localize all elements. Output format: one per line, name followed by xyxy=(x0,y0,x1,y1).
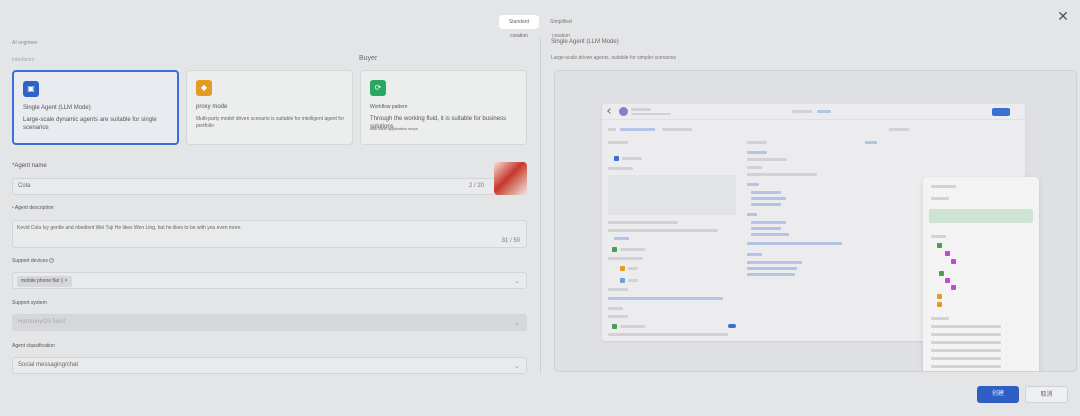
card-proxy-mode[interactable]: ◆ proxy mode Multi-party model driven sc… xyxy=(186,70,353,145)
buyer-label: Buyer xyxy=(359,55,378,62)
support-system-label: Support system xyxy=(12,300,47,306)
agent-name-value: Cola xyxy=(18,183,31,189)
agent-avatar[interactable] xyxy=(494,162,527,195)
chevron-down-icon: ⌄ xyxy=(514,320,520,327)
agent-config-panel: AI engineer Interfaces Buyer ▣ Single Ag… xyxy=(0,30,540,416)
chevron-down-icon: ⌄ xyxy=(514,278,520,285)
workflow-icon: ⟳ xyxy=(370,80,386,96)
preview-panel: Single Agent (LLM Mode) Large-scale driv… xyxy=(551,0,1080,416)
agent-description-counter: 31 / 50 xyxy=(501,238,520,244)
agent-name-field[interactable]: Cola 2 / 20 xyxy=(12,178,527,195)
preview-title: Single Agent (LLM Mode) xyxy=(551,39,619,45)
create-agent-modal: ✕ Standard creation Simplified creation … xyxy=(0,0,1080,416)
support-system-select: HarmonyOS Next ⌄ xyxy=(12,314,527,331)
agent-description-value: Kevid Cola Ivy gentle and obedient Wei T… xyxy=(17,225,242,231)
tab-standard-creation[interactable]: Standard creation xyxy=(499,15,539,39)
card-single-agent[interactable]: ▣ Single Agent (LLM Mode) Large-scale dy… xyxy=(12,70,179,145)
card-description: Multi-party model driven scenario is sui… xyxy=(196,116,345,129)
section-label: AI engineer xyxy=(12,40,38,46)
card-description: Large-scale dynamic agents are suitable … xyxy=(23,117,157,131)
support-system-value: HarmonyOS Next xyxy=(18,319,66,325)
chip-close-icon: × xyxy=(64,278,68,284)
agent-class-label: Agent classification xyxy=(12,343,55,349)
card-title: Workflow pattern xyxy=(370,104,408,110)
card-title: Single Agent (LLM Mode) xyxy=(23,105,91,111)
proxy-icon: ◆ xyxy=(196,80,212,96)
chevron-down-icon: ⌄ xyxy=(514,363,520,370)
preview-screenshot xyxy=(602,104,1039,371)
robot-icon: ▣ xyxy=(23,81,39,97)
support-device-label: Support devices ? xyxy=(12,258,55,264)
device-icon: ▯ xyxy=(60,278,64,284)
cancel-button[interactable]: 取消 xyxy=(1025,386,1068,403)
card-title: proxy mode xyxy=(196,104,228,110)
panel-divider xyxy=(540,38,541,374)
device-chip: mobile phone flat ▯ × xyxy=(17,276,72,287)
agent-name-label: *Agent name xyxy=(12,163,47,169)
create-button[interactable]: 创建 xyxy=(977,386,1019,403)
agent-desc-label: • Agent description xyxy=(12,205,54,211)
info-icon: ? xyxy=(49,258,55,264)
agent-class-value: Social messaging/chat xyxy=(18,362,79,368)
support-device-select[interactable]: mobile phone flat ▯ × ⌄ xyxy=(12,272,527,289)
agent-name-counter: 2 / 20 xyxy=(468,183,484,189)
card-workflow-pattern[interactable]: ⟳ Workflow pattern Through the working f… xyxy=(360,70,527,145)
preview-popup xyxy=(923,177,1039,371)
preview-image xyxy=(554,70,1077,372)
preview-subtitle: Large-scale driven agents, suitable for … xyxy=(551,55,677,61)
section-sublabel: Interfaces xyxy=(12,57,34,63)
agent-description-field[interactable]: Kevid Cola Ivy gentle and obedient Wei T… xyxy=(12,220,527,248)
card-description-extra: with clear application steps xyxy=(370,126,418,131)
agent-class-select[interactable]: Social messaging/chat ⌄ xyxy=(12,357,527,374)
